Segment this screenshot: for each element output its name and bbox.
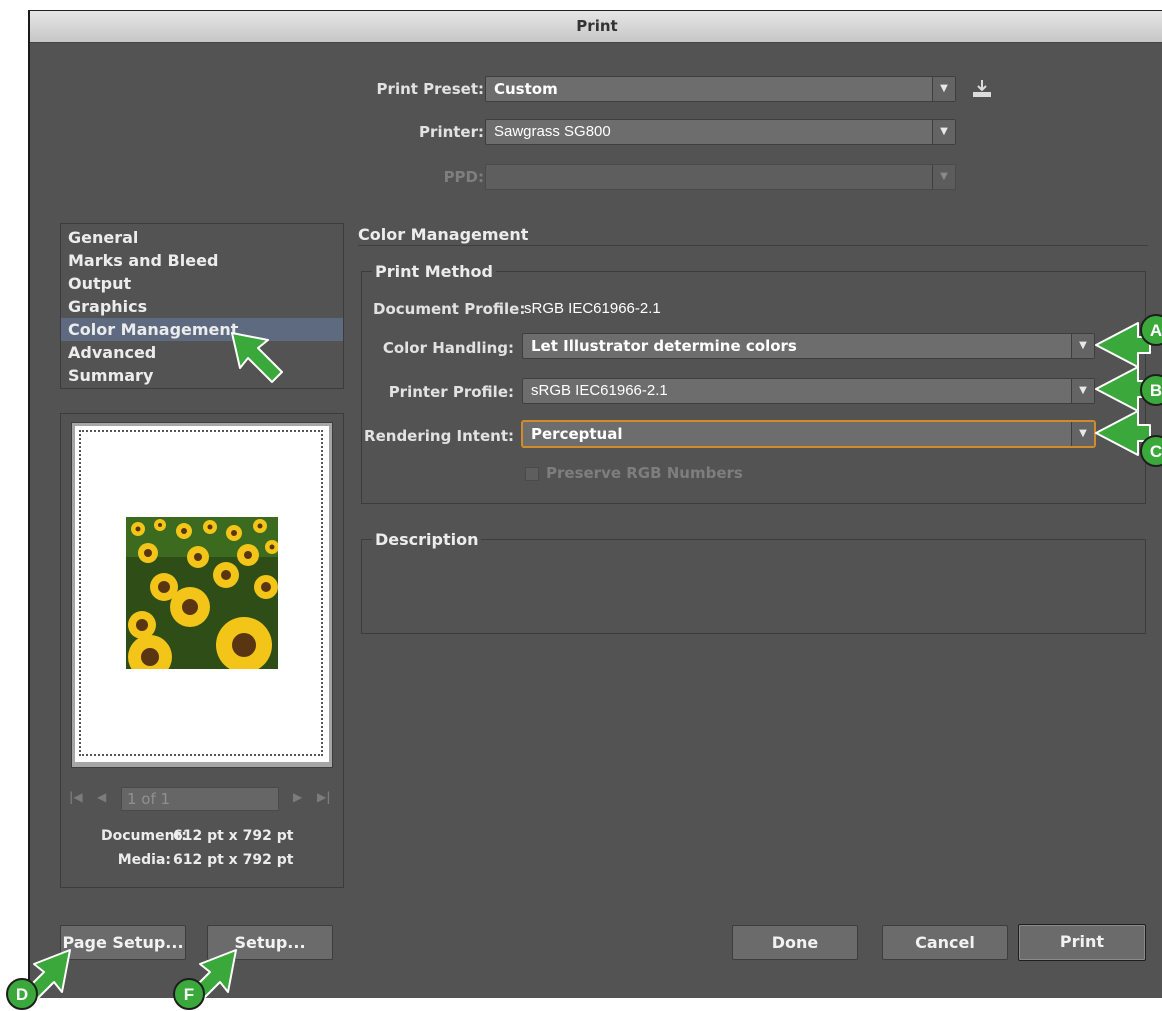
callout-label-b: B	[1150, 381, 1162, 400]
callout-label-d: D	[16, 985, 28, 1004]
callout-arrow-category	[231, 332, 283, 383]
callout-label-a: A	[1150, 321, 1162, 340]
callout-label-c: C	[1150, 442, 1162, 461]
callout-overlay: A B C D F	[6, 314, 1162, 1010]
callout-label-f: F	[184, 985, 194, 1004]
